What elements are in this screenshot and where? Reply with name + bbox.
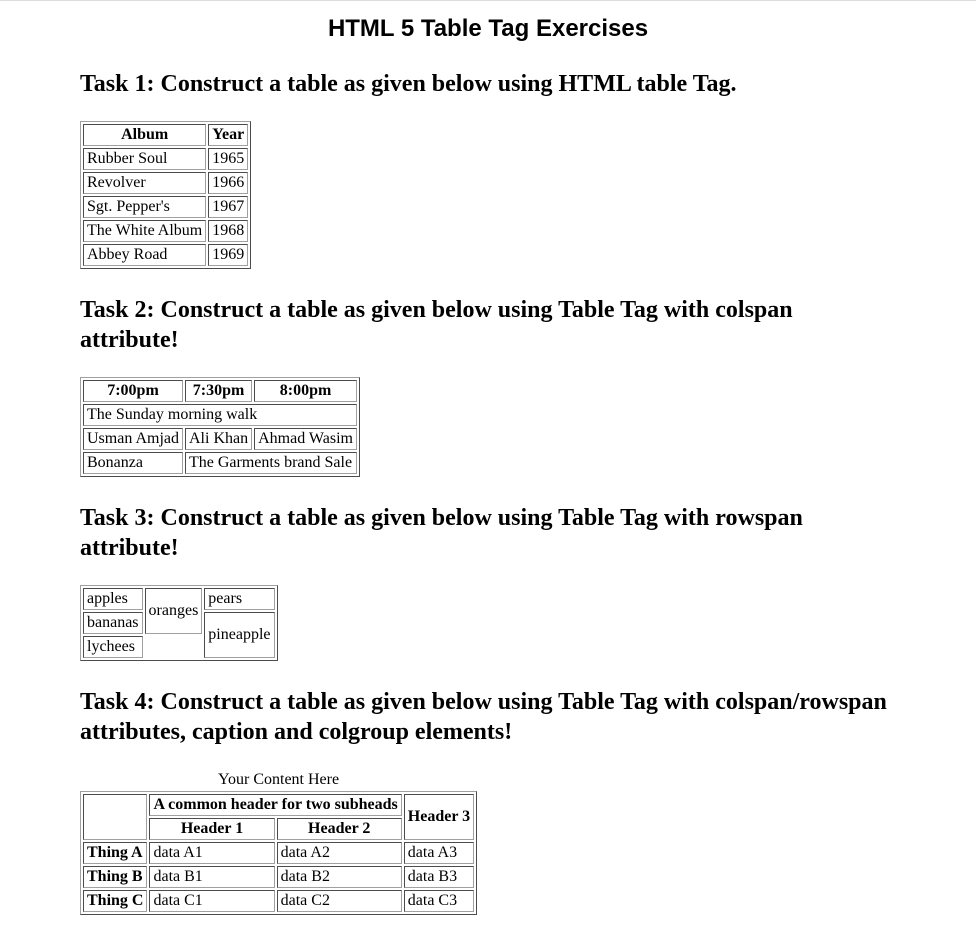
task1-cell: 1969 [208,244,248,266]
task1-header-album: Album [83,124,206,146]
task4-rowlabel: Thing A [83,842,147,864]
task4-rowlabel: Thing B [83,866,147,888]
task3-table: apples oranges pears bananas pineapple l… [80,585,278,661]
task2-cell: The Sunday morning walk [83,404,357,426]
task1-heading: Task 1: Construct a table as given below… [80,69,896,99]
task1-cell: 1968 [208,220,248,242]
task4-cell: data B1 [149,866,274,888]
task4-cell: data A3 [404,842,474,864]
task2-heading: Task 2: Construct a table as given below… [80,295,896,355]
task1-cell: 1965 [208,148,248,170]
page-title: HTML 5 Table Tag Exercises [80,15,896,43]
task1-cell: Revolver [83,172,206,194]
task1-cell: Rubber Soul [83,148,206,170]
task4-cell: data C3 [404,890,474,912]
table-row: Sgt. Pepper's 1967 [83,196,248,218]
task4-header2: Header 2 [277,818,402,840]
task4-cell: data A2 [277,842,402,864]
table-row: Thing A data A1 data A2 data A3 [83,842,474,864]
task4-cell: data A1 [149,842,274,864]
task4-caption: Your Content Here [80,769,477,791]
task1-cell: Sgt. Pepper's [83,196,206,218]
task3-cell: pears [204,588,274,610]
table-row: Thing C data C1 data C2 data C3 [83,890,474,912]
task2-table: 7:00pm 7:30pm 8:00pm The Sunday morning … [80,377,360,477]
task2-cell: The Garments brand Sale [185,452,357,474]
table-row: Abbey Road 1969 [83,244,248,266]
task3-cell: apples [83,588,143,610]
task4-header1: Header 1 [149,818,274,840]
task2-cell: Ali Khan [185,428,252,450]
task2-header: 7:30pm [185,380,252,402]
table-row: Usman Amjad Ali Khan Ahmad Wasim [83,428,357,450]
task1-cell: 1966 [208,172,248,194]
table-row: apples oranges pears [83,588,275,610]
task3-cell: bananas [83,612,143,634]
task2-header: 7:00pm [83,380,183,402]
task1-header-year: Year [208,124,248,146]
table-row: Revolver 1966 [83,172,248,194]
task4-table: Your Content Here A common header for tw… [80,769,477,915]
task4-rowlabel: Thing C [83,890,147,912]
table-row: The White Album 1968 [83,220,248,242]
table-row: Rubber Soul 1965 [83,148,248,170]
table-row: Bonanza The Garments brand Sale [83,452,357,474]
task4-cell: data C2 [277,890,402,912]
task4-heading: Task 4: Construct a table as given below… [80,687,896,747]
task4-header3: Header 3 [404,794,474,840]
task4-cell: data B2 [277,866,402,888]
task4-cell: data C1 [149,890,274,912]
task4-common-header: A common header for two subheads [149,794,401,816]
task3-heading: Task 3: Construct a table as given below… [80,503,896,563]
table-row: The Sunday morning walk [83,404,357,426]
task3-cell: oranges [145,588,203,634]
task2-header: 8:00pm [254,380,357,402]
task4-cell: data B3 [404,866,474,888]
task2-cell: Usman Amjad [83,428,183,450]
task3-cell: lychees [83,636,143,658]
task1-table: Album Year Rubber Soul 1965 Revolver 196… [80,121,251,269]
task2-cell: Ahmad Wasim [254,428,357,450]
table-row: Thing B data B1 data B2 data B3 [83,866,474,888]
task1-cell: 1967 [208,196,248,218]
task2-cell: Bonanza [83,452,183,474]
task1-cell: Abbey Road [83,244,206,266]
task3-cell: pineapple [204,612,274,658]
task1-cell: The White Album [83,220,206,242]
task4-corner [83,794,147,840]
